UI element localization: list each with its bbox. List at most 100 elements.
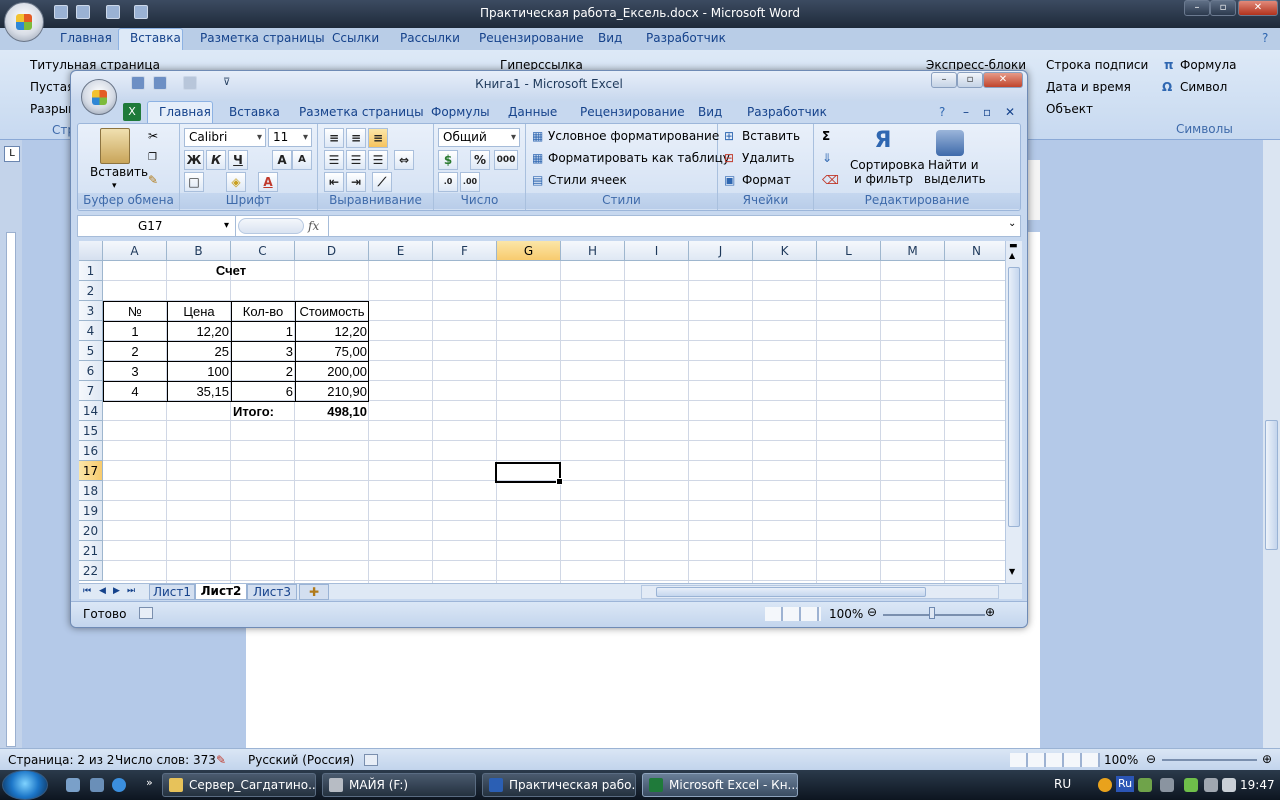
align-bottom-icon[interactable]: ≡ <box>368 128 388 148</box>
word-office-button[interactable] <box>4 2 44 42</box>
insert-sheet-icon[interactable]: ✚ <box>299 584 329 600</box>
row-header-22[interactable]: 22 <box>79 561 103 581</box>
column-header-g[interactable]: G <box>497 241 561 261</box>
excel-close-button[interactable]: ✕ <box>983 72 1023 88</box>
increase-decimal-icon[interactable]: .0 <box>438 172 458 192</box>
word-minimize-button[interactable]: – <box>1184 0 1210 16</box>
word-tab-view[interactable]: Вид <box>598 31 622 45</box>
format-cells-button[interactable]: Формат <box>742 170 791 190</box>
align-left-icon[interactable]: ☰ <box>324 150 344 170</box>
excel-tab-formulas[interactable]: Формулы <box>431 105 490 119</box>
sheet-tab-1[interactable]: Лист1 <box>149 584 195 600</box>
header-cell[interactable]: Кол-во <box>231 302 295 322</box>
word-tab-insert[interactable]: Вставка <box>130 31 181 45</box>
insert-cells-button[interactable]: Вставить <box>742 126 800 146</box>
word-zoom-slider[interactable] <box>1162 759 1257 761</box>
data-cell[interactable]: 12,20 <box>167 322 231 342</box>
autosum-button[interactable]: Σ <box>822 126 830 146</box>
macro-record-icon[interactable] <box>364 754 378 766</box>
next-sheet-icon[interactable]: ▶ <box>113 584 120 600</box>
data-cell[interactable]: 12,20 <box>295 322 369 342</box>
word-scroll-thumb[interactable] <box>1265 420 1278 550</box>
row-header-19[interactable]: 19 <box>79 501 103 521</box>
column-header-m[interactable]: M <box>881 241 945 261</box>
tab-stop-selector[interactable]: L <box>4 146 20 162</box>
align-right-icon[interactable]: ☰ <box>368 150 388 170</box>
word-zoom-in-icon[interactable]: ⊕ <box>1262 752 1272 766</box>
word-close-button[interactable]: ✕ <box>1238 0 1278 16</box>
merge-center-icon[interactable]: ⇔ <box>394 150 414 170</box>
word-help-icon[interactable]: ? <box>1262 31 1268 45</box>
row-header-15[interactable]: 15 <box>79 421 103 441</box>
word-tab-developer[interactable]: Разработчик <box>646 31 726 45</box>
data-cell[interactable]: 25 <box>167 342 231 362</box>
column-header-a[interactable]: A <box>103 241 167 261</box>
excel-tab-insert[interactable]: Вставка <box>229 105 280 119</box>
decrease-decimal-icon[interactable]: .00 <box>460 172 480 192</box>
word-blank-page-button[interactable]: Пустая <box>30 80 74 94</box>
excel-tab-home[interactable]: Главная <box>159 105 211 119</box>
data-cell[interactable]: 4 <box>103 382 167 402</box>
keyboard-layout-icon[interactable]: Ru <box>1116 776 1134 792</box>
insert-function-icon[interactable]: fx <box>308 216 328 236</box>
input-language-indicator[interactable]: RU <box>1054 777 1071 791</box>
taskbar-button-drive[interactable]: МАЙЯ (F:) <box>322 773 476 797</box>
display-icon[interactable] <box>1160 778 1174 792</box>
word-page-break-button[interactable]: Разрыв <box>30 102 75 116</box>
word-signature-line-button[interactable]: Строка подписи <box>1046 58 1148 72</box>
thousands-separator-button[interactable]: 000 <box>494 150 518 170</box>
decrease-font-size-icon[interactable]: A <box>292 150 312 170</box>
word-object-button[interactable]: Объект <box>1046 102 1093 116</box>
excel-zoom-slider-thumb[interactable] <box>929 607 935 619</box>
excel-office-button[interactable] <box>81 79 117 115</box>
formula-input[interactable] <box>328 216 1006 236</box>
underline-button[interactable]: Ч <box>228 150 248 170</box>
word-tab-review[interactable]: Рецензирование <box>479 31 584 45</box>
data-cell[interactable]: 1 <box>231 322 295 342</box>
macro-record-icon[interactable] <box>139 607 153 619</box>
excel-zoom-level[interactable]: 100% <box>829 607 863 621</box>
increase-indent-icon[interactable]: ⇥ <box>346 172 366 192</box>
font-size-select[interactable]: 11 <box>268 128 312 147</box>
word-zoom-out-icon[interactable]: ⊖ <box>1146 752 1156 766</box>
network-icon[interactable] <box>1204 778 1218 792</box>
excel-tab-data[interactable]: Данные <box>508 105 557 119</box>
increase-font-size-icon[interactable]: A <box>272 150 292 170</box>
delete-cells-button[interactable]: Удалить <box>742 148 795 168</box>
last-sheet-icon[interactable]: ⏭ <box>127 584 135 600</box>
font-color-icon[interactable]: A <box>258 172 278 192</box>
word-date-time-button[interactable]: Дата и время <box>1046 80 1131 94</box>
quick-launch-more-icon[interactable]: » <box>146 776 153 789</box>
excel-workbook-icon[interactable]: X <box>123 103 141 121</box>
borders-icon[interactable]: □ <box>184 172 204 192</box>
row-header-18[interactable]: 18 <box>79 481 103 501</box>
internet-explorer-icon[interactable] <box>112 778 126 792</box>
column-header-c[interactable]: C <box>231 241 295 261</box>
row-header-16[interactable]: 16 <box>79 441 103 461</box>
italic-button[interactable]: К <box>206 150 226 170</box>
data-cell[interactable]: 2 <box>231 362 295 382</box>
data-cell[interactable]: 1 <box>103 322 167 342</box>
sheet-tab-3[interactable]: Лист3 <box>247 584 297 600</box>
excel-vertical-scrollbar[interactable]: ▬ ▲ ▼ <box>1005 241 1022 583</box>
format-painter-icon[interactable]: ✎ <box>148 170 158 190</box>
column-header-i[interactable]: I <box>625 241 689 261</box>
fill-color-icon[interactable]: ◈ <box>226 172 246 192</box>
taskbar-button-word[interactable]: Практическая рабо... <box>482 773 636 797</box>
copy-icon[interactable]: ❐ <box>148 148 157 168</box>
word-tab-home[interactable]: Главная <box>60 31 112 45</box>
row-header-1[interactable]: 1 <box>79 261 103 281</box>
row-header-17[interactable]: 17 <box>79 461 103 481</box>
tray-app-icon[interactable] <box>1138 778 1152 792</box>
excel-tab-developer[interactable]: Разработчик <box>747 105 827 119</box>
volume-icon[interactable] <box>1222 778 1236 792</box>
split-box-icon[interactable]: ▬ <box>1009 241 1018 251</box>
column-header-l[interactable]: L <box>817 241 881 261</box>
data-cell[interactable]: 2 <box>103 342 167 362</box>
word-tab-references[interactable]: Ссылки <box>332 31 379 45</box>
word-maximize-button[interactable]: ▫ <box>1210 0 1236 16</box>
row-header-21[interactable]: 21 <box>79 541 103 561</box>
excel-tab-view[interactable]: Вид <box>698 105 722 119</box>
word-tab-page-layout[interactable]: Разметка страницы <box>200 31 325 45</box>
data-cell[interactable]: 3 <box>231 342 295 362</box>
